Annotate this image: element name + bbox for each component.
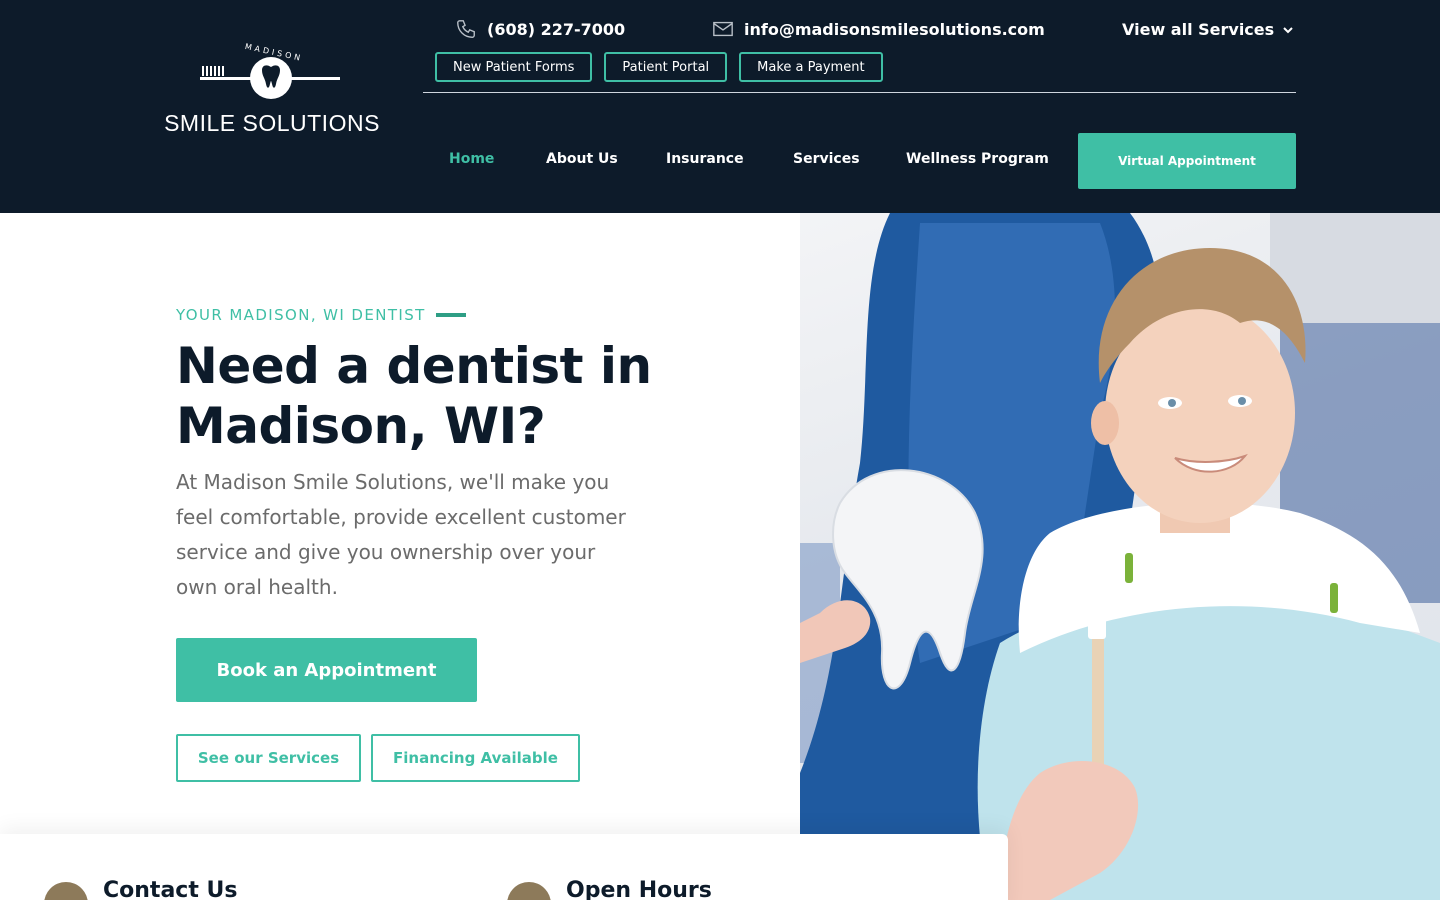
hero-image-child-dental-chair <box>800 213 1440 900</box>
view-all-services-dropdown[interactable]: View all Services <box>1122 20 1294 39</box>
nav-item-services[interactable]: Services <box>793 148 860 170</box>
nav-item-home[interactable]: Home <box>449 148 494 170</box>
financing-available-button[interactable]: Financing Available <box>371 734 580 782</box>
view-all-services-label: View all Services <box>1122 20 1275 39</box>
quick-links: New Patient Forms Patient Portal Make a … <box>435 52 883 82</box>
site-logo[interactable]: MADISON SMILE SOLUTIONS <box>160 42 384 138</box>
book-appointment-button[interactable]: Book an Appointment <box>176 638 477 702</box>
nav-item-insurance[interactable]: Insurance <box>666 148 744 170</box>
header-phone[interactable]: (608) 227-7000 <box>455 17 625 41</box>
phone-icon <box>457 20 475 38</box>
see-our-services-button[interactable]: See our Services <box>176 734 361 782</box>
new-patient-forms-button[interactable]: New Patient Forms <box>435 52 593 82</box>
nav-item-about-us[interactable]: About Us <box>546 148 618 170</box>
site-header: MADISON SMILE SOLUTIONS (608) 227-7000 i… <box>0 0 1440 213</box>
patient-portal-button[interactable]: Patient Portal <box>604 52 728 82</box>
email-address[interactable]: info@madisonsmilesolutions.com <box>744 20 1045 39</box>
child-patient-illustration <box>800 213 1440 900</box>
header-divider <box>423 92 1296 93</box>
virtual-appointment-button[interactable]: Virtual Appointment <box>1078 133 1296 189</box>
hero-description: At Madison Smile Solutions, we'll make y… <box>176 470 626 599</box>
hero-title: Need a dentist in Madison, WI? <box>176 337 652 455</box>
nav-item-wellness-program[interactable]: Wellness Program <box>906 148 1049 170</box>
chevron-down-icon <box>1283 26 1293 33</box>
header-email[interactable]: info@madisonsmilesolutions.com <box>712 17 1045 41</box>
eyebrow-accent-bar <box>435 313 466 317</box>
contact-us-heading: Contact Us <box>103 878 238 900</box>
open-hours-heading: Open Hours <box>566 878 712 900</box>
logo-name: SMILE SOLUTIONS <box>164 110 380 136</box>
phone-number[interactable]: (608) 227-7000 <box>487 20 625 39</box>
hero-eyebrow: YOUR MADISON, WI DENTIST <box>176 306 466 324</box>
make-a-payment-button[interactable]: Make a Payment <box>739 52 883 82</box>
hero-eyebrow-text: YOUR MADISON, WI DENTIST <box>176 306 426 324</box>
mail-icon <box>713 21 733 37</box>
